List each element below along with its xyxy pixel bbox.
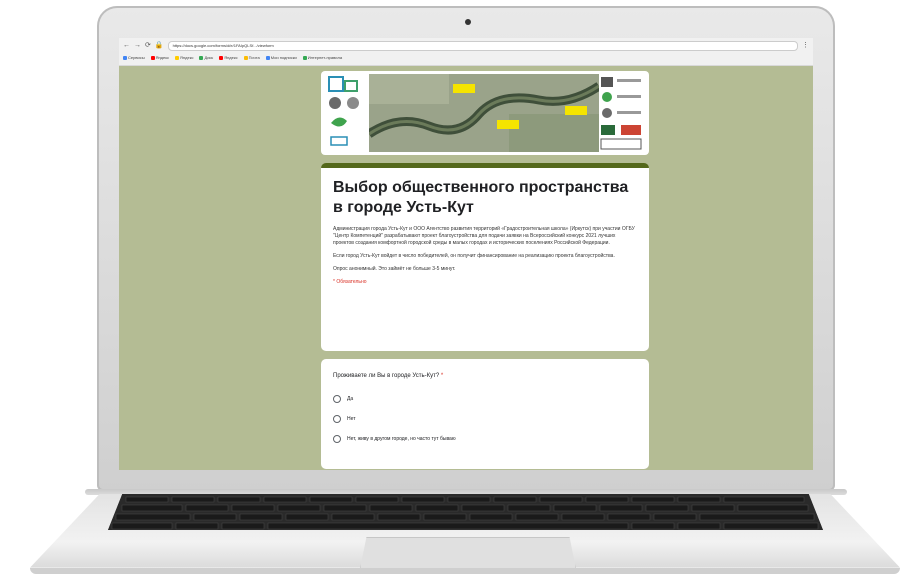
keyboard <box>108 494 823 530</box>
browser-chrome: ← → ⟳ 🔒 https://docs.google.com/forms/d/… <box>119 38 813 66</box>
form-description: Если город Усть-Кут войдет в число побед… <box>333 253 615 259</box>
partner-logos-left <box>328 76 359 146</box>
bookmark-icon <box>302 55 307 60</box>
option-label: Нет <box>347 416 356 422</box>
address-row: ← → ⟳ 🔒 https://docs.google.com/forms/d/… <box>123 41 809 51</box>
bookmark-icon <box>123 55 127 60</box>
bookmarks-bar: Сервисы Яндекс Яндекс Диск Яндекс Почта … <box>123 53 809 62</box>
partner-logos-right <box>600 77 642 150</box>
radio-button[interactable] <box>333 415 341 423</box>
bookmark-icon <box>265 55 270 60</box>
laptop-bottom-edge <box>30 568 900 574</box>
forward-icon[interactable]: → <box>134 41 141 51</box>
option-label: Да <box>347 396 354 402</box>
bookmark-item[interactable]: Яндекс <box>175 55 193 60</box>
touchpad <box>360 537 576 569</box>
form-title: Выбор общественного пространства в город… <box>333 179 629 216</box>
lock-icon: 🔒 <box>154 42 164 49</box>
url-bar[interactable]: https://docs.google.com/forms/d/e/1FAIpQ… <box>167 41 798 51</box>
bookmark-item[interactable]: Интернет-правила <box>302 55 342 60</box>
bookmark-item[interactable]: Сервисы <box>123 55 145 60</box>
google-form: Выбор общественного пространства в город… <box>321 71 649 469</box>
radio-option-other-city[interactable]: Нет, живу в другом городе, но часто тут … <box>333 429 637 449</box>
bookmark-icon <box>243 55 248 60</box>
bookmark-icon <box>175 55 180 60</box>
form-description: Опрос анонимный. Это займёт не больше 3-… <box>333 266 456 272</box>
laptop-screen: ← → ⟳ 🔒 https://docs.google.com/forms/d/… <box>119 38 813 470</box>
radio-option-no[interactable]: Нет <box>333 409 637 429</box>
webcam <box>465 19 471 25</box>
required-note: * Обязательно <box>333 279 367 285</box>
option-label: Нет, живу в другом городе, но часто тут … <box>347 436 456 442</box>
reload-icon[interactable]: ⟳ <box>145 41 151 51</box>
form-title-card: Выбор общественного пространства в город… <box>321 163 649 351</box>
map-image <box>369 74 599 152</box>
required-star: * <box>440 373 444 379</box>
radio-button[interactable] <box>333 395 341 403</box>
bookmark-item[interactable]: Яндекс <box>219 55 238 60</box>
question-card: Проживаете ли Вы в городе Усть-Кут? * Да… <box>321 359 649 469</box>
bookmark-icon <box>219 55 224 60</box>
menu-icon[interactable]: ⋮ <box>802 41 809 51</box>
radio-option-yes[interactable]: Да <box>333 389 637 409</box>
bookmark-item[interactable]: Мои подписки <box>265 55 297 60</box>
form-header-image <box>321 71 649 155</box>
form-description: Администрация города Усть-Кут и ООО Аген… <box>333 226 635 246</box>
bookmark-icon <box>150 55 155 60</box>
radio-button[interactable] <box>333 435 341 443</box>
question-text: Проживаете ли Вы в городе Усть-Кут? * <box>333 373 444 379</box>
back-icon[interactable]: ← <box>123 41 130 51</box>
bookmark-item[interactable]: Яндекс <box>150 55 169 60</box>
bookmark-item[interactable]: Почта <box>243 55 260 60</box>
bookmark-item[interactable]: Диск <box>199 55 213 60</box>
bookmark-icon <box>199 55 204 60</box>
